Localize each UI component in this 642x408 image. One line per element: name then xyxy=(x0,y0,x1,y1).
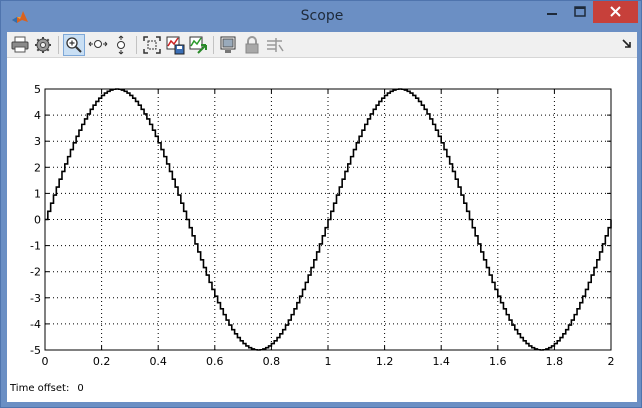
status-bar: Time offset: 0 xyxy=(10,383,84,394)
zoom-x-axis-icon xyxy=(88,40,108,48)
parameters-button[interactable] xyxy=(32,34,54,56)
restore-axes-settings-icon xyxy=(189,36,207,54)
x-tick-label: 2 xyxy=(608,355,615,368)
zoom-y-axis-button[interactable] xyxy=(110,34,132,56)
x-tick-label: 0.2 xyxy=(93,355,111,368)
zoom-y-axis-icon xyxy=(117,35,125,55)
y-tick-label: 5 xyxy=(34,83,41,96)
save-axes-settings-button[interactable] xyxy=(164,34,186,56)
print-icon xyxy=(11,36,29,53)
lock-axes-button[interactable] xyxy=(241,34,263,56)
y-tick-label: -4 xyxy=(30,318,41,331)
restore-axes-settings-button[interactable] xyxy=(187,34,209,56)
y-tick-label: 0 xyxy=(34,214,41,227)
toolbar-separator xyxy=(136,36,137,54)
y-tick-label: -5 xyxy=(30,344,41,357)
time-offset-value: 0 xyxy=(77,383,84,394)
signal-selection-icon xyxy=(267,38,284,52)
close-icon xyxy=(610,6,621,17)
toolbar-separator xyxy=(213,36,214,54)
minimize-icon xyxy=(547,13,557,15)
minimize-button[interactable] xyxy=(537,1,567,23)
save-axes-settings-icon xyxy=(166,36,185,55)
x-tick-label: 1 xyxy=(325,355,332,368)
x-tick-label: 1.4 xyxy=(432,355,450,368)
floating-scope-icon xyxy=(220,36,236,53)
x-tick-label: 0.6 xyxy=(206,355,224,368)
x-tick-label: 1.6 xyxy=(489,355,507,368)
x-tick-label: 1.8 xyxy=(546,355,564,368)
zoom-x-axis-button[interactable] xyxy=(87,34,109,56)
y-tick-label: 1 xyxy=(34,187,41,200)
close-button[interactable] xyxy=(593,1,638,23)
maximize-button[interactable] xyxy=(567,1,593,23)
y-tick-label: -1 xyxy=(30,240,41,253)
print-button[interactable] xyxy=(9,34,31,56)
time-offset-label: Time offset: xyxy=(10,383,70,394)
title-bar[interactable]: Scope xyxy=(1,1,642,32)
x-tick-label: 1.2 xyxy=(376,355,394,368)
scope-window: Scope 0 0.2 0.4 0.6 0.8 1 1.2 1.4 1.6 1.… xyxy=(0,0,642,408)
parameters-gear-icon xyxy=(35,37,51,53)
autoscale-button[interactable] xyxy=(141,34,163,56)
y-tick-label: -3 xyxy=(30,292,41,305)
x-tick-label: 0.8 xyxy=(263,355,281,368)
maximize-icon xyxy=(574,6,586,17)
y-tick-label: 3 xyxy=(34,135,41,148)
y-tick-label: 2 xyxy=(34,161,41,174)
toolbar-overflow-arrow-icon[interactable] xyxy=(621,37,633,51)
scope-display-area: 0 0.2 0.4 0.6 0.8 1 1.2 1.4 1.6 1.8 2 5 4 3 2 1 0 -1 -2 -3 -… xyxy=(7,58,637,402)
floating-scope-button[interactable] xyxy=(218,34,240,56)
lock-axes-icon xyxy=(245,36,259,54)
scope-plot[interactable]: 0 0.2 0.4 0.6 0.8 1 1.2 1.4 1.6 1.8 2 5 4 3 2 1 0 -1 -2 -3 -… xyxy=(7,58,637,378)
x-tick-label: 0.4 xyxy=(149,355,167,368)
signal-selection-button[interactable] xyxy=(264,34,286,56)
zoom-in-button[interactable] xyxy=(63,34,85,56)
x-tick-label: 0 xyxy=(42,355,49,368)
autoscale-icon xyxy=(143,36,161,54)
y-tick-label: 4 xyxy=(34,109,41,122)
scope-toolbar xyxy=(7,32,637,58)
toolbar-separator xyxy=(58,36,59,54)
y-tick-label: -2 xyxy=(30,266,41,279)
zoom-in-icon xyxy=(66,37,82,53)
